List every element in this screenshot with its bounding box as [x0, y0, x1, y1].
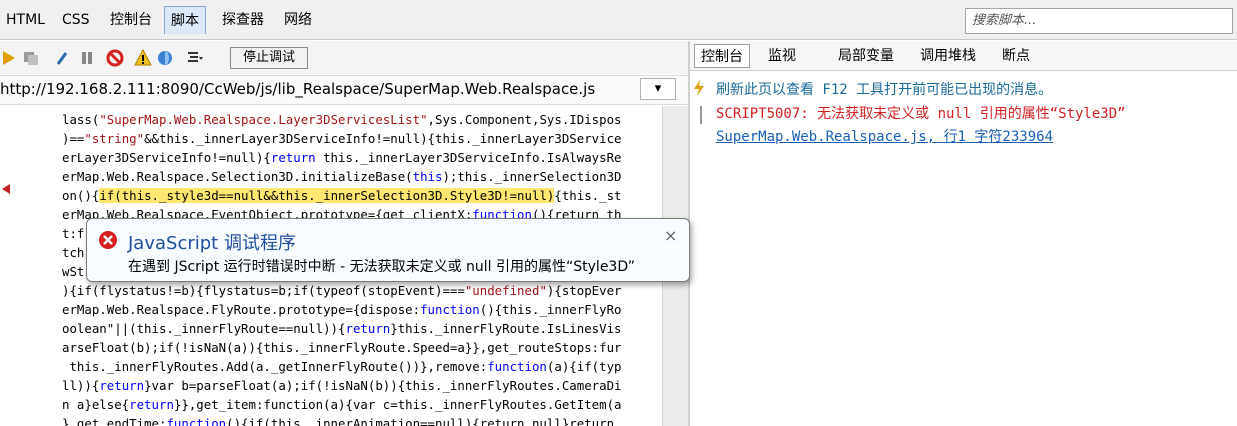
code-token: &&this._innerLayer3DServiceInfo!=null){t…: [144, 131, 622, 146]
code-token: }this._innerFlyRoute.IsLinesVis: [390, 321, 622, 336]
popup-message: 在遇到 JScript 运行时错误时中断 - 无法获取未定义或 null 引用的…: [128, 259, 635, 275]
code-token: ,Sys.Component,Sys.IDispos: [427, 112, 622, 127]
code-line[interactable]: oolean"||(this._innerFlyRoute==null)){re…: [62, 319, 622, 338]
code-line[interactable]: tch: [62, 243, 84, 262]
code-token: (a){if(typ: [546, 359, 622, 374]
code-token: )==: [62, 131, 85, 146]
code-token: erLayer3DServiceInfo!=null){: [62, 150, 271, 165]
debug-toolbar: [0, 41, 688, 74]
code-token: return: [270, 150, 316, 165]
code-line[interactable]: erMap.Web.Realspace.Selection3D.initiali…: [62, 167, 622, 186]
code-token: return: [99, 378, 145, 393]
error-marker: [700, 106, 702, 124]
code-token: (){if(this._innerAnimation==null){return…: [226, 416, 615, 426]
code-token: this._innerLayer3DServiceInfo.IsAlwaysRe: [315, 150, 622, 165]
script-url: http://192.168.2.111:8090/CcWeb/js/lib_R…: [0, 80, 596, 98]
code-token: function: [166, 416, 227, 426]
code-line[interactable]: on(){if(this._style3d==null&&this._inner…: [62, 186, 622, 205]
code-token: );this._innerSelection3D: [442, 169, 622, 184]
tab-script[interactable]: 脚本: [164, 6, 206, 34]
code-token: "string": [84, 131, 145, 146]
error-source-link[interactable]: SuperMap.Web.Realspace.js, 行1 字符233964: [716, 126, 1053, 146]
tab-watch[interactable]: 监视: [762, 44, 802, 68]
warning-icon[interactable]: [134, 49, 152, 67]
script-select-dropdown[interactable]: ▾: [640, 78, 676, 100]
tab-console-output[interactable]: 控制台: [694, 44, 750, 68]
tab-breakpoints[interactable]: 断点: [996, 44, 1036, 68]
tab-html[interactable]: HTML: [0, 6, 51, 34]
code-token: erMap.Web.Realspace.FlyRoute.prototype={…: [62, 302, 421, 317]
code-token: return: [345, 321, 391, 336]
code-token: n a}else{: [62, 397, 130, 412]
break-on-error-icon[interactable]: [106, 49, 124, 67]
close-icon[interactable]: ×: [664, 226, 677, 245]
code-token: tch: [62, 245, 85, 260]
code-line[interactable]: erLayer3DServiceInfo!=null){return this.…: [62, 148, 622, 167]
tab-network[interactable]: 网络: [278, 6, 318, 34]
code-token: erMap.Web.Realspace.Selection3D.initiali…: [62, 169, 413, 184]
code-line[interactable]: n a}else{return}},get_item:function(a){v…: [62, 395, 622, 414]
code-token: lass(: [62, 112, 100, 127]
popup-title: JavaScript 调试程序: [128, 233, 296, 254]
globe-icon[interactable]: [156, 49, 174, 67]
code-token: {this._st: [554, 188, 622, 203]
console-error-message: SCRIPT5007: 无法获取未定义或 null 引用的属性“Style3D”: [716, 106, 1126, 122]
code-token: this: [412, 169, 443, 184]
code-gutter[interactable]: [0, 106, 58, 426]
code-token: oolean"||(this._innerFlyRoute==null)){: [62, 321, 346, 336]
chevron-down-icon: ▾: [654, 81, 662, 96]
code-token: ll)){: [62, 378, 100, 393]
break-all-icon[interactable]: [22, 49, 40, 67]
pause-icon[interactable]: [78, 49, 96, 67]
step-into-icon[interactable]: [54, 49, 72, 67]
code-token: on(){: [62, 188, 100, 203]
code-token: ){stopEver: [546, 283, 622, 298]
code-token: ){if(flystatus!=b){flystatus=b;if(typeof…: [62, 283, 465, 298]
error-icon: [99, 231, 117, 249]
code-line[interactable]: wSt: [62, 262, 84, 281]
code-token: }var b=parseFloat(a);if(!isNaN(b)){this.…: [144, 378, 622, 393]
code-token: function: [487, 359, 547, 374]
code-token: arseFloat(b);if(!isNaN(a)){this._innerFl…: [62, 340, 622, 355]
tab-css[interactable]: CSS: [56, 6, 96, 34]
code-line[interactable]: },get_endTime:function(){if(this._innerA…: [62, 414, 614, 426]
code-token: },get_endTime:: [62, 416, 167, 426]
tab-profiler[interactable]: 探查器: [216, 6, 270, 34]
code-line[interactable]: t:f: [62, 224, 84, 243]
code-token: }},get_item:function(a){var c=this._inne…: [173, 397, 622, 412]
stop-debugging-button[interactable]: 停止调试: [230, 47, 308, 69]
lightning-icon: [694, 80, 704, 96]
code-line[interactable]: erMap.Web.Realspace.FlyRoute.prototype={…: [62, 300, 622, 319]
code-token: t:f: [62, 226, 85, 241]
search-scripts-input[interactable]: 搜索脚本...: [965, 8, 1233, 34]
current-line-arrow-icon: [2, 184, 10, 194]
code-token: (){this._innerFlyRo: [479, 302, 622, 317]
code-line[interactable]: this._innerFlyRoutes.Add(a._getInnerFlyR…: [62, 357, 622, 376]
code-token: "undefined": [464, 283, 547, 298]
code-token: wSt: [62, 264, 85, 279]
console-info-message: 刷新此页以查看 F12 工具打开前可能已出现的消息。: [716, 82, 1053, 98]
tab-call-stack[interactable]: 调用堆栈: [914, 44, 982, 68]
code-line[interactable]: lass("SuperMap.Web.Realspace.Layer3DServ…: [62, 110, 622, 129]
format-code-icon[interactable]: [186, 49, 204, 67]
code-token: return: [129, 397, 174, 412]
code-line[interactable]: ){if(flystatus!=b){flystatus=b;if(typeof…: [62, 281, 622, 300]
code-token: if(this._style3d==null&&this._innerSelec…: [99, 188, 555, 203]
code-line[interactable]: )=="string"&&this._innerLayer3DServiceIn…: [62, 129, 622, 148]
tab-locals[interactable]: 局部变量: [832, 44, 900, 68]
code-token: function: [420, 302, 480, 317]
code-line[interactable]: ll)){return}var b=parseFloat(a);if(!isNa…: [62, 376, 622, 395]
code-token: this._innerFlyRoutes.Add(a._getInnerFlyR…: [62, 359, 488, 374]
code-token: "SuperMap.Web.Realspace.Layer3DServicesL…: [99, 112, 428, 127]
continue-icon[interactable]: [0, 49, 18, 67]
tab-console[interactable]: 控制台: [104, 6, 158, 34]
code-line[interactable]: arseFloat(b);if(!isNaN(a)){this._innerFl…: [62, 338, 622, 357]
